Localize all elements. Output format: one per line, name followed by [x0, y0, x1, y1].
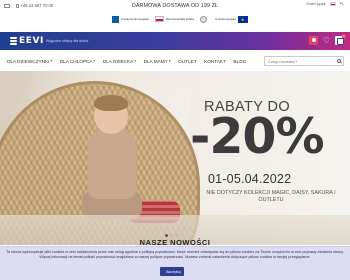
cookie-message: Ta strona wykorzystuje pliki cookies w c…: [6, 250, 344, 259]
search-icon[interactable]: [337, 58, 341, 63]
emblem-icon: [200, 15, 208, 23]
nav-dla-chlopca[interactable]: DLA CHŁOPCA ▾: [60, 59, 96, 64]
main-header: EEVI Wygodne sklepy dla dzieci ♡ 0: [0, 32, 350, 50]
carousel-dots: [165, 234, 178, 237]
search-input[interactable]: [264, 56, 344, 66]
funding-logos: Fundusze Europejskie Rzeczpospolita Pols…: [85, 12, 275, 26]
header-actions: ♡ 0: [309, 34, 346, 45]
promo-exclusions-note: Nie dotyczy kolekcji MAGIC, DAISY, SAKUR…: [206, 190, 336, 203]
funding-logo-ue: Unia Europejska ★: [215, 15, 248, 23]
chevron-down-icon: ▾: [134, 59, 137, 63]
carousel-dot[interactable]: [165, 234, 168, 237]
carousel-dot[interactable]: [175, 234, 178, 237]
chevron-down-icon: ▾: [50, 59, 53, 63]
accept-cookies-button[interactable]: Akceptuj: [160, 267, 184, 276]
top-info-bar: +48 22 607 70 00 DARMOWA DOSTAWA OD 199 …: [0, 0, 350, 11]
top-right-controls: Zmień język PL: [306, 2, 344, 6]
logo-mark-icon: [10, 37, 17, 45]
fe-logo-icon: [112, 15, 120, 23]
funding-logo-fe: Fundusze Europejskie: [112, 15, 149, 23]
funding-logo-emblem: [200, 15, 209, 23]
wishlist-heart-icon[interactable]: ♡: [322, 36, 331, 45]
promo-discount: -20%: [190, 108, 325, 165]
change-language-link[interactable]: Zmień język: [306, 2, 325, 6]
nav-outlet[interactable]: OUTLET: [178, 59, 197, 64]
polish-flag-icon: [155, 16, 164, 22]
nav-dla-dziewczynki[interactable]: DLA DZIEWCZYNKI ▾: [7, 59, 52, 64]
flag-icon: [329, 2, 336, 6]
cookie-consent-bar: Ta strona wykorzystuje pliki cookies w c…: [0, 246, 350, 280]
child-body-image: [88, 129, 136, 199]
free-shipping-banner: DARMOWA DOSTAWA OD 199 ZŁ: [131, 2, 219, 9]
brand-name: EEVI: [19, 36, 45, 46]
eu-flag-icon: ★: [237, 15, 248, 23]
promo-dates: 01-05.04.2022: [208, 172, 292, 186]
brand-tagline: Wygodne sklepy dla dzieci: [46, 38, 89, 43]
carousel-dot[interactable]: [170, 234, 173, 237]
funding-logo-rp: Rzeczpospolita Polska: [155, 16, 194, 22]
user-account-icon[interactable]: [309, 36, 318, 45]
cart-count-badge: 0: [341, 34, 346, 39]
nav-dla-dziecka[interactable]: DLA DZIECKA ▾: [103, 59, 136, 64]
cart-bag-icon[interactable]: 0: [335, 34, 346, 45]
chevron-down-icon: ▾: [93, 59, 96, 63]
brand-logo[interactable]: EEVI: [10, 36, 44, 46]
nav-kontakt[interactable]: KONTAKT: [204, 59, 226, 64]
child-hair-image: [94, 95, 128, 111]
nav-dla-mamy[interactable]: DLA MAMY ▾: [144, 59, 171, 64]
language-code[interactable]: PL: [340, 2, 344, 6]
nav-blog[interactable]: BLOG: [233, 59, 246, 64]
chevron-down-icon: ▾: [168, 59, 171, 63]
